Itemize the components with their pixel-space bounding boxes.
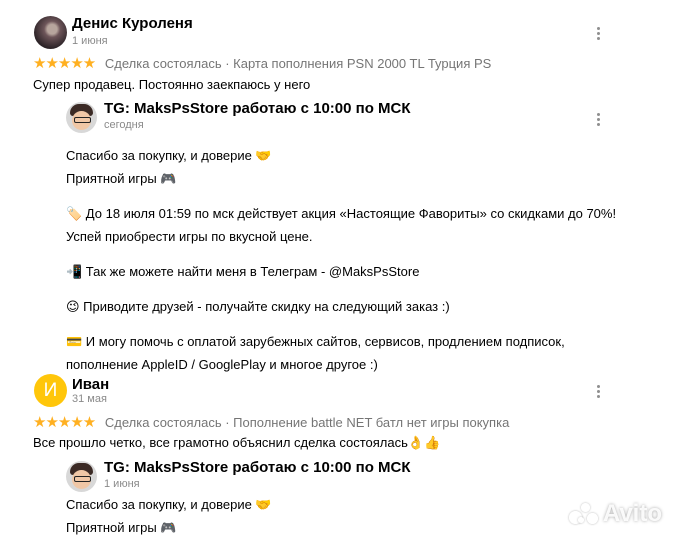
review-menu-icon[interactable]: [593, 382, 603, 400]
deal-info: Сделка состоялась · Пополнение battle NE…: [104, 415, 510, 430]
reply-line: Успей приобрести игры по вкусной цене.: [66, 229, 313, 244]
reply-text: Спасибо за покупку, и доверие 🤝 Приятной…: [66, 144, 616, 376]
reply-line-blank: [66, 318, 616, 330]
reply-menu-icon[interactable]: [593, 110, 603, 128]
review-rating-row: ★★★★★ Сделка состоялась · Карта пополнен…: [33, 54, 491, 72]
seller-name[interactable]: TG: MaksPsStore работаю с 10:00 по МСК: [104, 100, 411, 117]
reply-line: пополнение AppleID / GooglePlay и многое…: [66, 357, 378, 372]
reply-line: Спасибо за покупку, и доверие 🤝: [66, 148, 272, 163]
reply-line-blank: [66, 283, 616, 295]
reply-date: 1 июня: [104, 478, 140, 490]
review-text: Супер продавец. Постоянно заекпаюсь у не…: [33, 77, 311, 92]
reply-line: Спасибо за покупку, и доверие 🤝: [66, 497, 272, 512]
reviewer-name[interactable]: Иван: [72, 376, 109, 393]
reply-text: Спасибо за покупку, и доверие 🤝 Приятной…: [66, 493, 272, 539]
deal-info: Сделка состоялась · Карта пополнения PSN…: [104, 56, 492, 71]
reply-line: 📲 Так же можете найти меня в Телеграм - …: [66, 264, 420, 279]
reply-line: 💳 И могу помочь с оплатой зарубежных сай…: [66, 334, 565, 349]
seller-avatar[interactable]: [66, 102, 97, 133]
reply-date: сегодня: [104, 119, 144, 131]
reply-line-blank: [66, 248, 616, 260]
reviewer-name[interactable]: Денис Куроленя: [72, 15, 193, 32]
review-menu-icon[interactable]: [593, 24, 603, 42]
reply-line: Приятной игры 🎮: [66, 520, 177, 535]
seller-name[interactable]: TG: MaksPsStore работаю с 10:00 по МСК: [104, 459, 411, 476]
review-rating-row: ★★★★★ Сделка состоялась · Пополнение bat…: [33, 413, 509, 431]
reply-line-blank: [66, 190, 616, 202]
review-date: 1 июня: [72, 35, 108, 47]
review-text: Все прошло четко, все грамотно объяснил …: [33, 435, 441, 450]
reply-line: 🏷️ До 18 июля 01:59 по мск действует акц…: [66, 206, 617, 221]
review-date: 31 мая: [72, 393, 107, 405]
avito-logo-icon: [568, 503, 599, 525]
rating-stars-icon: ★★★★★: [33, 55, 96, 72]
seller-avatar[interactable]: [66, 461, 97, 492]
reply-line: Приятной игры 🎮: [66, 171, 177, 186]
watermark-text: Avito: [602, 500, 662, 527]
reply-line: 😉 Приводите друзей - получайте скидку на…: [66, 299, 450, 314]
rating-stars-icon: ★★★★★: [33, 414, 96, 431]
avito-watermark: Avito: [568, 500, 662, 528]
reviewer-avatar[interactable]: И: [34, 374, 67, 407]
reviewer-avatar[interactable]: [34, 16, 67, 49]
